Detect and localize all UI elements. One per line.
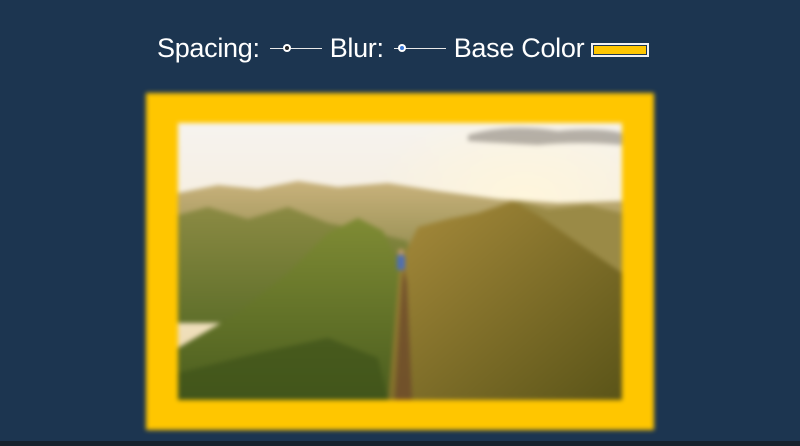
spacing-label: Spacing:	[157, 32, 260, 63]
spacing-slider-track	[269, 47, 322, 49]
blur-slider-thumb-dot	[400, 46, 405, 50]
base-color-label: Base Color	[453, 32, 585, 63]
hiker-head	[398, 249, 404, 255]
bottom-edge	[0, 441, 800, 446]
base-color-picker[interactable]	[591, 43, 650, 57]
controls-bar: Spacing: Blur: Base Color	[157, 30, 650, 66]
cloud	[468, 127, 622, 145]
spacing-slider-thumb[interactable]	[282, 44, 291, 52]
mountain-scene	[178, 123, 622, 400]
blur-slider[interactable]	[393, 41, 446, 55]
blur-slider-thumb[interactable]	[398, 44, 407, 52]
photo-image	[178, 123, 622, 400]
base-color-swatch	[594, 46, 647, 54]
image-frame	[146, 93, 654, 430]
blur-label: Blur:	[329, 32, 384, 63]
spacing-slider[interactable]	[269, 41, 322, 55]
spacing-slider-thumb-dot	[284, 46, 289, 50]
hiker	[397, 255, 405, 270]
